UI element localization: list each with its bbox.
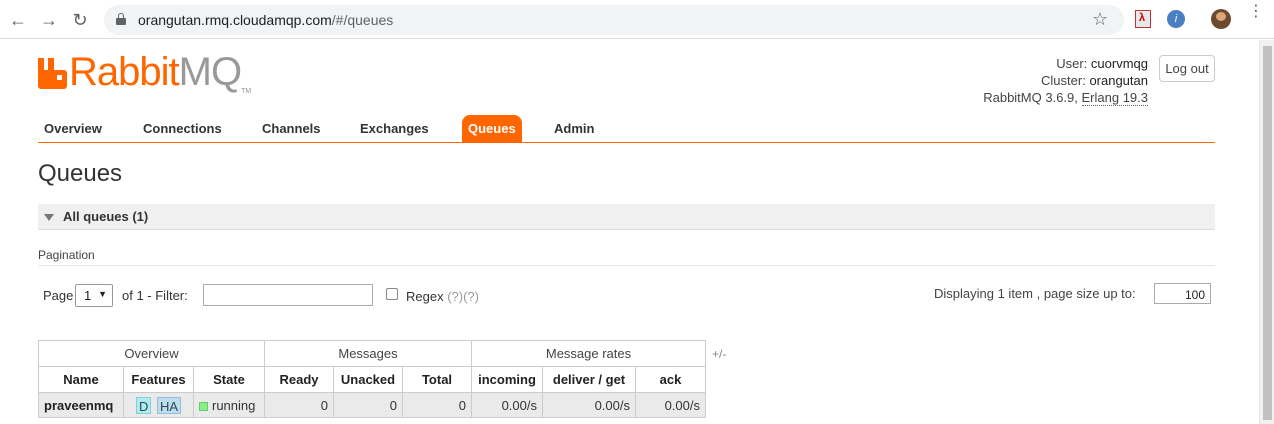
- column-header-incoming[interactable]: incoming: [471, 366, 543, 393]
- forward-arrow-icon[interactable]: →: [37, 8, 61, 32]
- ready-cell: 0: [264, 392, 334, 418]
- state-cell: running: [193, 392, 265, 418]
- table-row: praveenmq D HA running 0 0 0 0.00/s 0.00…: [38, 392, 706, 418]
- regex-help-link[interactable]: (?)(?): [447, 289, 479, 304]
- pagination-label: Pagination: [38, 248, 95, 262]
- page-scrollbar[interactable]: [1259, 40, 1274, 424]
- reload-icon[interactable]: ↻: [68, 8, 92, 32]
- regex-checkbox[interactable]: [386, 288, 398, 300]
- profile-avatar[interactable]: [1211, 9, 1231, 29]
- tab-exchanges[interactable]: Exchanges: [354, 115, 435, 142]
- rabbitmq-wordmark: RabbitMQTM: [69, 50, 252, 95]
- feature-ha-badge: HA: [156, 396, 182, 414]
- page-size-input[interactable]: [1154, 283, 1211, 304]
- cluster-name: orangutan: [1089, 73, 1148, 88]
- column-header-ack[interactable]: ack: [635, 366, 706, 393]
- star-icon[interactable]: ☆: [1092, 9, 1108, 30]
- page-of-filter-label: of 1 - Filter:: [122, 288, 188, 303]
- column-header-total[interactable]: Total: [402, 366, 472, 393]
- group-header-messages: Messages: [264, 340, 472, 367]
- tab-admin[interactable]: Admin: [548, 115, 600, 142]
- scrollbar-thumb[interactable]: [1263, 46, 1272, 420]
- group-header-overview: Overview: [38, 340, 265, 367]
- column-header-ready[interactable]: Ready: [264, 366, 334, 393]
- regex-label: Regex (?)(?): [406, 289, 479, 304]
- feature-durable-badge: D: [135, 396, 152, 414]
- chevron-down-icon: ▼: [98, 289, 107, 299]
- url-text: orangutan.rmq.cloudamqp.com/#/queues: [138, 12, 394, 28]
- displaying-text: Displaying 1 item , page size up to:: [934, 286, 1136, 301]
- page-label: Page: [43, 288, 74, 303]
- erlang-version: Erlang 19.3: [1081, 90, 1148, 106]
- pdf-extension-icon[interactable]: λ: [1135, 10, 1151, 28]
- logout-button[interactable]: Log out: [1159, 55, 1215, 82]
- extension-icon[interactable]: i: [1167, 10, 1185, 28]
- all-queues-section-toggle[interactable]: All queues (1): [38, 204, 1215, 230]
- incoming-rate-cell: 0.00/s: [471, 392, 543, 418]
- tab-connections[interactable]: Connections: [137, 115, 228, 142]
- tab-queues[interactable]: Queues: [462, 115, 522, 142]
- column-header-unacked[interactable]: Unacked: [333, 366, 403, 393]
- back-arrow-icon[interactable]: ←: [6, 8, 30, 32]
- version-text: RabbitMQ 3.6.9,: [983, 90, 1078, 105]
- group-header-message-rates: Message rates: [471, 340, 706, 367]
- total-cell: 0: [402, 392, 472, 418]
- column-header-features[interactable]: Features: [123, 366, 194, 393]
- menu-dots-icon[interactable]: ⋮: [1248, 4, 1264, 20]
- toggle-columns-link[interactable]: +/-: [712, 347, 726, 361]
- column-header-deliver-get[interactable]: deliver / get: [542, 366, 636, 393]
- column-header-state[interactable]: State: [193, 366, 265, 393]
- state-indicator-icon: [199, 401, 208, 411]
- user-name: cuorvmqg: [1090, 56, 1148, 71]
- address-bar[interactable]: orangutan.rmq.cloudamqp.com/#/queues ☆: [104, 5, 1124, 35]
- rabbitmq-logo-mark-icon: [38, 58, 67, 89]
- queues-table: Overview Messages Message rates Name Fea…: [38, 340, 706, 418]
- tab-overview[interactable]: Overview: [38, 115, 108, 142]
- features-cell: D HA: [123, 392, 194, 418]
- user-info: User: cuorvmqg Cluster: orangutan Rabbit…: [983, 56, 1148, 106]
- divider: [38, 265, 1215, 266]
- queue-name-link[interactable]: praveenmq: [38, 392, 124, 418]
- browser-toolbar: ← → ↻ orangutan.rmq.cloudamqp.com/#/queu…: [0, 0, 1274, 39]
- column-header-name[interactable]: Name: [38, 366, 124, 393]
- page-select[interactable]: 1 ▼: [75, 284, 113, 307]
- filter-input[interactable]: [203, 284, 373, 306]
- section-title: All queues (1): [63, 209, 149, 224]
- ack-rate-cell: 0.00/s: [635, 392, 706, 418]
- unacked-cell: 0: [333, 392, 403, 418]
- lock-icon: [116, 13, 126, 26]
- main-nav-tabs: Overview Connections Channels Exchanges …: [38, 115, 1215, 143]
- collapse-triangle-icon: [44, 214, 54, 221]
- deliver-get-rate-cell: 0.00/s: [542, 392, 636, 418]
- page-title: Queues: [38, 160, 123, 187]
- tab-channels[interactable]: Channels: [256, 115, 327, 142]
